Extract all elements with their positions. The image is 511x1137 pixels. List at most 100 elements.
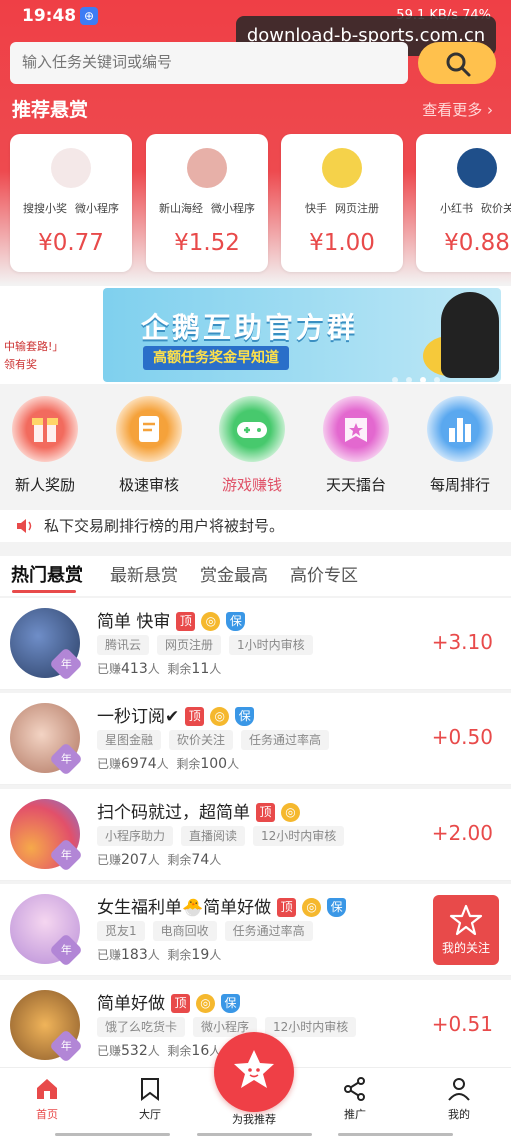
recommend-card[interactable]: 快手 网页注册 ¥1.00 <box>281 134 403 272</box>
card-tag: 小红书 <box>440 202 473 215</box>
recommend-more-link[interactable]: 查看更多 › <box>422 99 493 120</box>
task-logo-icon <box>187 148 227 188</box>
user-icon <box>448 1078 470 1101</box>
banner-prev-slide: 中输套路!」 领有奖 <box>0 286 100 384</box>
nav-recommend-label: 为我推荐 <box>232 1113 276 1126</box>
recommend-card[interactable]: 搜搜小奖 微小程序 ¥0.77 <box>10 134 132 272</box>
tab-newest[interactable]: 最新悬赏 <box>110 561 178 586</box>
card-price: ¥0.88 <box>444 230 510 256</box>
task-price: +0.51 <box>431 1012 493 1036</box>
guarantee-badge: 保 <box>235 707 255 726</box>
bookmark-icon <box>141 1078 159 1101</box>
card-tag: 新山海经 <box>159 202 203 215</box>
task-tag: 砍价关注 <box>169 730 234 750</box>
task-tag: 星图金融 <box>97 730 162 750</box>
nav-home[interactable]: 首页 <box>12 1076 82 1122</box>
card-tag: 快手 <box>305 202 327 215</box>
banner-prev-subtext: 领有奖 <box>4 358 37 371</box>
task-stats: 已赚6974人 剩余100人 <box>97 756 240 772</box>
search-input[interactable] <box>10 42 408 84</box>
tab-hot[interactable]: 热门悬赏 <box>11 561 83 587</box>
ranking-icon <box>427 396 493 462</box>
task-tag: 1小时内审核 <box>229 635 313 655</box>
task-tag: 电商回收 <box>152 921 217 941</box>
gesture-bar <box>338 1133 453 1136</box>
quick-label: 天天擂台 <box>325 476 386 494</box>
penguin-icon <box>441 292 499 378</box>
review-icon <box>116 396 182 462</box>
quick-weekly-ranking[interactable]: 每周排行 <box>415 396 505 501</box>
task-stats: 已赚413人 剩余11人 <box>97 661 222 677</box>
top-badge: 顶 <box>185 707 205 726</box>
guarantee-badge: 保 <box>226 612 246 631</box>
nav-mine[interactable]: 我的 <box>424 1076 494 1122</box>
task-tag: 觅友1 <box>97 921 145 941</box>
card-price: ¥1.52 <box>174 230 240 256</box>
quick-daily-arena[interactable]: 天天擂台 <box>311 396 401 501</box>
gamepad-icon <box>219 396 285 462</box>
gesture-bar <box>197 1133 312 1136</box>
task-tag: 小程序助力 <box>97 826 174 846</box>
quick-game-earn[interactable]: 游戏赚钱 <box>207 396 297 501</box>
card-tag: 微小程序 <box>211 202 255 215</box>
task-tag: 网页注册 <box>157 635 222 655</box>
flag-icon <box>323 396 389 462</box>
task-tag: 12小时内审核 <box>253 826 345 846</box>
star-face-icon <box>234 1050 274 1088</box>
task-stats: 已赚183人 剩余19人 <box>97 947 222 963</box>
notice-text: 私下交易刷排行榜的用户将被封号。 <box>44 517 285 535</box>
banner-subtitle: 高额任务奖金早知道 <box>143 346 289 370</box>
recommend-card[interactable]: 小红书 砍价关 ¥0.88 <box>416 134 511 272</box>
guarantee-badge: 保 <box>327 898 347 917</box>
task-tag: 饿了么吃货卡 <box>97 1017 186 1037</box>
coin-badge-icon: ◎ <box>201 612 221 631</box>
task-logo-icon <box>322 148 362 188</box>
promo-banner-carousel[interactable]: 中输套路!」 领有奖 企鹅互助官方群 高额任务奖金早知道 <box>0 286 511 384</box>
top-badge: 顶 <box>256 803 275 822</box>
app-notification-icon: ⊕ <box>80 7 98 25</box>
speaker-icon <box>17 519 32 533</box>
coin-badge-icon: ◎ <box>302 898 322 917</box>
top-badge: 顶 <box>171 994 190 1013</box>
task-title: 扫个码就过，超简单顶 ◎ <box>97 798 300 823</box>
task-price: +0.50 <box>431 725 493 749</box>
top-badge: 顶 <box>176 612 196 631</box>
nav-promote[interactable]: 推广 <box>320 1076 390 1122</box>
my-follows-label: 我的关注 <box>441 941 490 955</box>
task-stats: 已赚207人 剩余74人 <box>97 852 222 868</box>
banner-prev-text: 中输套路!」 <box>4 340 64 353</box>
quick-label: 游戏赚钱 <box>221 476 282 494</box>
task-title: 女生福利单🐣简单好做顶 ◎ 保 <box>97 893 347 918</box>
recommend-card[interactable]: 新山海经 微小程序 ¥1.52 <box>146 134 268 272</box>
quick-new-user-reward[interactable]: 新人奖励 <box>0 396 90 501</box>
card-tag: 砍价关 <box>481 202 511 215</box>
tab-highest-reward[interactable]: 赏金最高 <box>200 561 268 586</box>
quick-fast-review[interactable]: 极速审核 <box>104 396 194 501</box>
tab-premium[interactable]: 高价专区 <box>290 561 358 586</box>
quick-label: 极速审核 <box>118 476 179 494</box>
task-item[interactable]: 年 扫个码就过，超简单顶 ◎ 小程序助力 直播阅读 12小时内审核 已赚207人 剩余… <box>0 789 511 881</box>
status-time: 19:48 <box>22 6 77 26</box>
nav-hall[interactable]: 大厅 <box>115 1076 185 1122</box>
task-item[interactable]: 年 一秒订阅✔ 顶 ◎ 保 星图金融 砍价关注 任务通过率高 已赚6974人 剩余100人… <box>0 693 511 785</box>
card-price: ¥1.00 <box>309 230 375 256</box>
task-logo-icon <box>457 148 497 188</box>
notice-bar[interactable]: 私下交易刷排行榜的用户将被封号。 <box>0 510 511 542</box>
quick-label: 每周排行 <box>429 476 490 494</box>
coin-badge-icon: ◎ <box>281 803 300 822</box>
share-icon <box>344 1077 365 1101</box>
task-title: 简单 快审顶 ◎ 保 <box>97 607 246 632</box>
active-tab-indicator <box>12 590 76 593</box>
gesture-bar <box>55 1133 170 1136</box>
task-price: +2.00 <box>431 821 493 845</box>
nav-recommend-button[interactable] <box>214 1032 294 1112</box>
search-icon <box>446 52 471 77</box>
task-price: +3.10 <box>431 630 493 654</box>
task-tag: 直播阅读 <box>181 826 246 846</box>
my-follows-button[interactable]: 我的关注 <box>433 895 499 965</box>
task-stats: 已赚532人 剩余16人 <box>97 1043 222 1059</box>
recommend-title: 推荐悬赏 <box>12 99 89 121</box>
task-item[interactable]: 年 简单 快审顶 ◎ 保 腾讯云 网页注册 1小时内审核 已赚413人 剩余11人 +3… <box>0 598 511 690</box>
search-button[interactable] <box>418 42 496 84</box>
card-price: ¥0.77 <box>38 230 104 256</box>
